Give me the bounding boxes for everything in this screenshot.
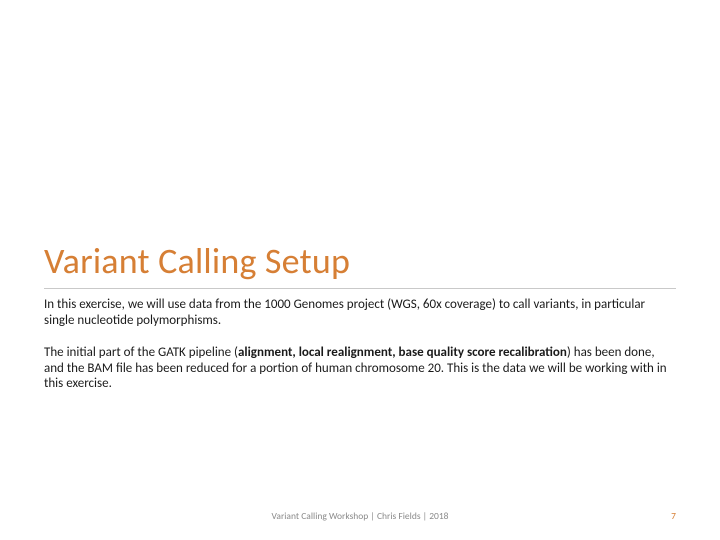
- page-number: 7: [671, 510, 676, 522]
- slide: Variant Calling Setup In this exercise, …: [0, 0, 720, 540]
- footer-text: Variant Calling Workshop | Chris Fields …: [272, 510, 449, 522]
- footer: Variant Calling Workshop | Chris Fields …: [44, 510, 676, 522]
- p2-bold: alignment, local realignment, base quali…: [238, 345, 567, 360]
- p2-lead: The initial part of the GATK pipeline (: [44, 345, 238, 360]
- title-rule: [44, 288, 676, 289]
- paragraph-1: In this exercise, we will use data from …: [44, 297, 676, 329]
- slide-title: Variant Calling Setup: [44, 239, 676, 283]
- paragraph-2: The initial part of the GATK pipeline (a…: [44, 345, 676, 393]
- body-text: In this exercise, we will use data from …: [44, 297, 676, 408]
